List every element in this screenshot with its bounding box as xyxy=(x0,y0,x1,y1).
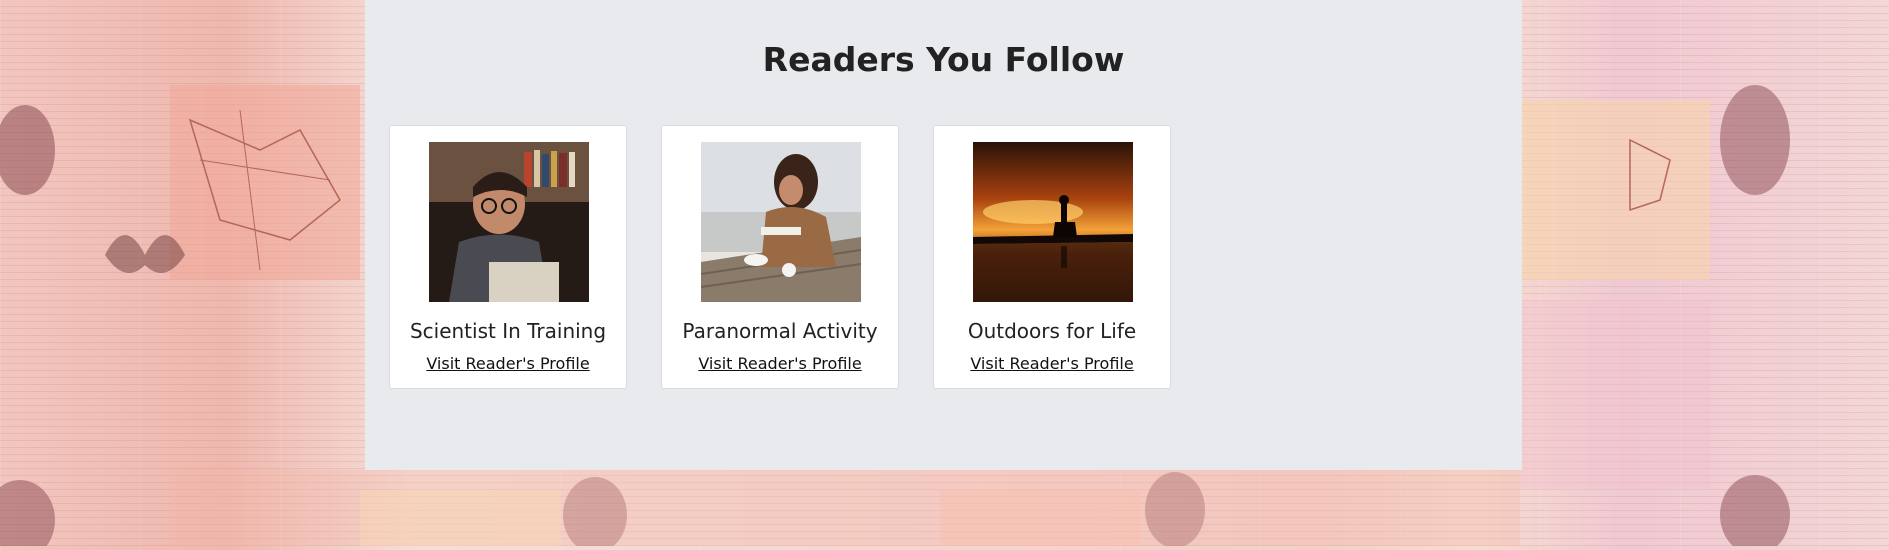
reader-card: Scientist In Training Visit Reader's Pro… xyxy=(389,125,627,389)
page-title: Readers You Follow xyxy=(762,40,1125,79)
reader-card: Paranormal Activity Visit Reader's Profi… xyxy=(661,125,899,389)
visit-profile-link[interactable]: Visit Reader's Profile xyxy=(662,354,898,373)
reader-name: Paranormal Activity xyxy=(682,319,878,343)
reader-avatar-photo xyxy=(701,142,861,302)
reader-avatar-photo xyxy=(429,142,589,302)
reader-card: Outdoors for Life Visit Reader's Profile xyxy=(933,125,1171,389)
readers-panel: Readers You Follow Scientist In Training… xyxy=(365,0,1522,470)
reader-name: Outdoors for Life xyxy=(967,319,1137,343)
man-reading-book-photo xyxy=(429,142,589,302)
reader-name: Scientist In Training xyxy=(409,319,607,343)
visit-profile-link[interactable]: Visit Reader's Profile xyxy=(934,354,1170,373)
reader-avatar-photo xyxy=(973,142,1133,302)
woman-reading-by-sea-photo xyxy=(701,142,861,302)
sunset-silhouette-photo xyxy=(973,142,1133,302)
visit-profile-link[interactable]: Visit Reader's Profile xyxy=(390,354,626,373)
